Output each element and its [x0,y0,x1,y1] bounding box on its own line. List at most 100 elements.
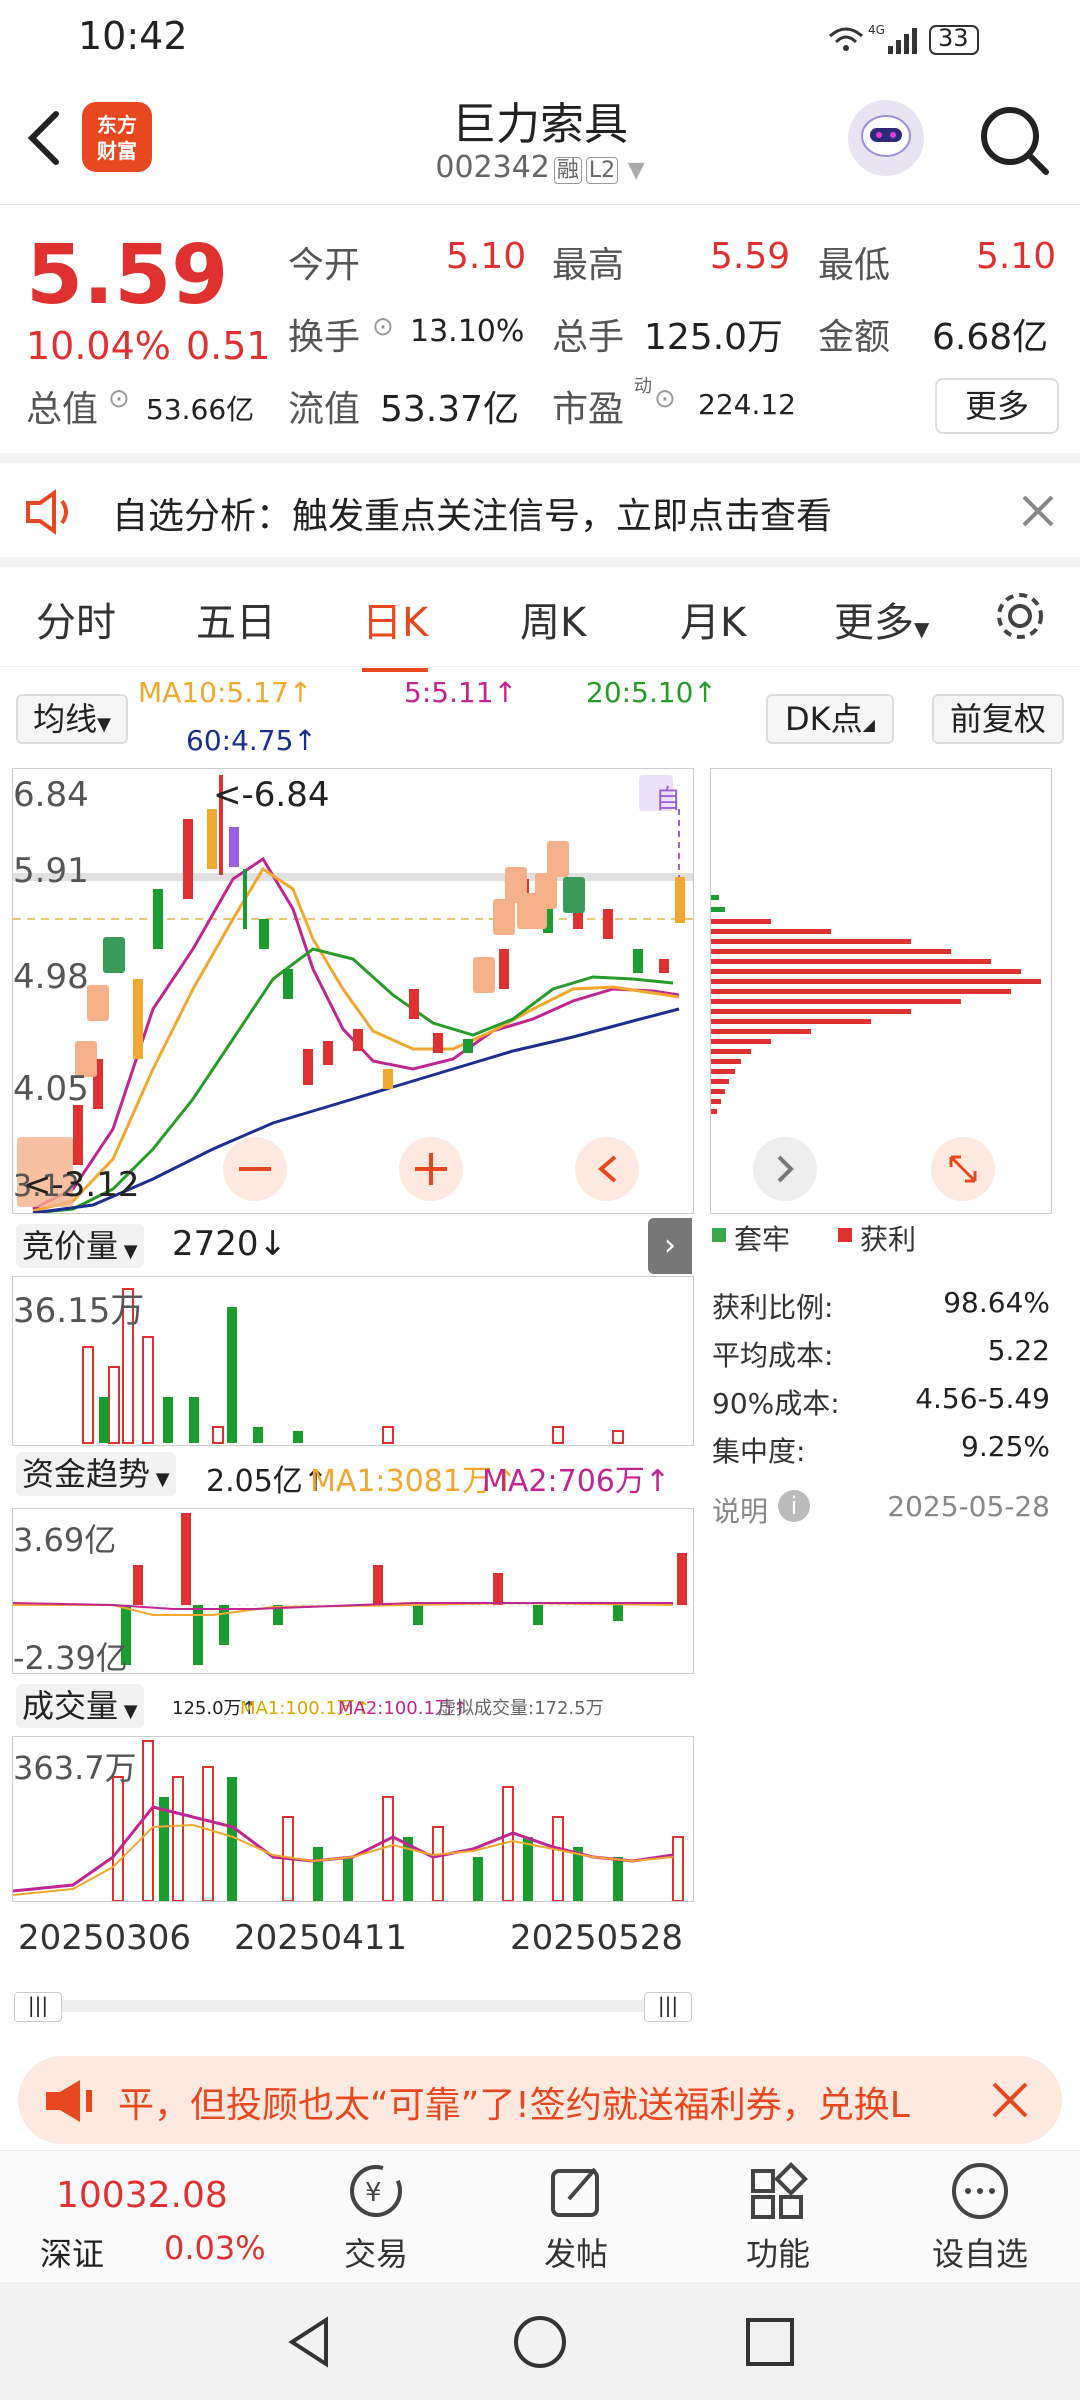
function-button[interactable]: 功能 [708,2161,848,2275]
indicator-select[interactable]: 均线▼ [16,694,128,744]
chip-next-button[interactable] [767,1149,805,1189]
pe-value: 224.12 [698,388,796,421]
avg-cost: 5.22 [987,1334,1050,1367]
zoom-in-button[interactable] [413,1149,449,1189]
close-icon[interactable] [1018,491,1058,531]
back-icon[interactable] [22,108,66,168]
robot-avatar[interactable] [848,100,924,176]
trade-button[interactable]: ¥ 交易 [306,2161,446,2275]
note-label[interactable]: 说明 [712,1490,768,1530]
y-label-3: 4.98 [13,957,89,997]
cost90: 4.56-5.49 [915,1382,1050,1415]
speaker-icon [26,489,68,535]
kline-chart [13,775,693,1215]
status-time: 10:42 [78,14,188,58]
index-pct: 0.03% [164,2229,266,2267]
volume-value: 125.0万 [644,317,784,358]
nav-back-icon[interactable] [280,2312,340,2372]
chip-histogram [711,895,1041,1201]
tab-weekly-k[interactable]: 周K [520,590,586,648]
banner-text: 自选分析：触发重点关注信号，立即点击查看 [112,496,833,537]
chip-date: 2025-05-28 [887,1490,1050,1523]
tab-monthly-k[interactable]: 月K [680,590,746,648]
x-label-start: 20250306 [18,1918,192,1958]
pe-label: 市盈 [552,389,625,430]
high-marker: <-6.84 [213,775,330,815]
ma10-value: MA10:5.17↑ [138,676,313,709]
settings-icon[interactable] [990,586,1050,646]
robot-icon [861,115,911,157]
x-label-end: 20250528 [510,1918,684,1958]
margin-tag: 融 [553,157,582,184]
fund-ma2: MA2:706万↑ [482,1464,670,1499]
legend-trap: 套牢 [734,1223,791,1256]
volume-select[interactable]: 成交量 ▼ [16,1684,144,1728]
nav-recents-icon[interactable] [740,2312,800,2372]
tab-more[interactable]: 更多▼ [834,590,929,648]
low-marker: <-3.12 [23,1165,140,1205]
megaphone-icon [46,2080,92,2122]
nav-home-icon[interactable] [510,2312,570,2372]
range-scrollbar[interactable] [14,2000,690,2012]
pe-sup: 动 [634,376,652,397]
info-icon[interactable]: i [778,1490,810,1522]
svg-text:¥: ¥ [365,2178,382,2208]
svg-text:4G: 4G [868,23,885,37]
cost90-label: 90%成本: [712,1387,840,1420]
chip-distribution-panel[interactable] [710,768,1052,1214]
bid-max: 36.15万 [13,1291,145,1331]
avg-cost-label: 平均成本: [712,1339,834,1372]
low-label: 最低 [818,245,891,286]
ma5-value: 5:5.11↑ [404,676,518,709]
more-button[interactable]: 更多 [935,378,1059,434]
high-label: 最高 [552,245,625,286]
promo-banner[interactable]: 平，但投顾也太“可靠”了!签约就送福利券，兑换L [18,2056,1062,2144]
ma20-value: 20:5.10↑ [586,676,717,709]
open-label: 今开 [288,245,361,286]
info-icon[interactable]: ⊙ [654,384,676,414]
tab-five-day[interactable]: 五日 [196,590,276,648]
mktcap-label: 总值 [26,389,99,430]
dk-point-button[interactable]: DK点◢ [766,694,894,744]
index-value[interactable]: 10032.08 [56,2175,228,2216]
add-watchlist-button[interactable]: 设自选 [910,2161,1050,2275]
tab-intraday[interactable]: 分时 [36,590,116,648]
profit-ratio-label: 获利比例: [712,1291,834,1324]
tab-daily-k[interactable]: 日K [362,590,429,672]
expand-icon[interactable] [943,1149,983,1189]
kline-panel[interactable]: 6.84 5.91 4.98 4.05 3.12 <-6.84 <-3.12 自 [12,768,694,1215]
volume-label: 总手 [552,317,625,358]
open-value: 5.10 [446,236,527,277]
bid-value: 2720↓ [172,1224,288,1264]
bid-select[interactable]: 竞价量 ▼ [16,1224,144,1268]
app-logo[interactable]: 东方 财富 [82,102,152,172]
adjust-button[interactable]: 前复权 [932,694,1064,744]
post-button[interactable]: 发帖 [506,2161,646,2275]
level-tag: L2 [585,157,619,184]
dropdown-icon: ▼ [627,158,645,183]
index-name: 深证 [40,2235,105,2273]
info-icon[interactable]: ⊙ [372,312,394,342]
stock-code-row[interactable]: 002342 融 L2 ▼ [340,150,740,185]
range-handle-right[interactable]: ||| [644,1992,692,2022]
edit-icon [551,2167,599,2217]
bottom-toolbar: 10032.08 深证 0.03% ¥ 交易 发帖 功能 设自选 [0,2150,1080,2281]
zoom-out-button[interactable] [237,1149,273,1189]
bid-panel: 36.15万 [12,1276,694,1446]
search-icon[interactable] [976,102,1052,178]
analysis-banner[interactable]: 自选分析：触发重点关注信号，立即点击查看 [0,463,1080,567]
volume-virtual: 虚拟成交量:172.5万 [438,1698,604,1719]
pct-change: 10.04% [26,324,171,368]
collapse-arrow-icon[interactable]: › [648,1218,692,1274]
last-price: 5.59 [26,228,229,323]
info-icon[interactable]: ⊙ [108,384,130,414]
fund-min: -2.39亿 [13,1639,128,1677]
period-tabs: 分时 五日 日K 周K 月K 更多▼ [0,566,1080,672]
fund-select[interactable]: 资金趋势 ▼ [16,1452,176,1496]
range-handle-left[interactable]: ||| [14,1992,62,2022]
abs-change: 0.51 [186,324,271,368]
concentration-label: 集中度: [712,1435,806,1468]
close-icon[interactable] [990,2080,1030,2120]
trade-icon: ¥ [350,2165,402,2217]
scroll-left-button[interactable] [589,1149,625,1189]
